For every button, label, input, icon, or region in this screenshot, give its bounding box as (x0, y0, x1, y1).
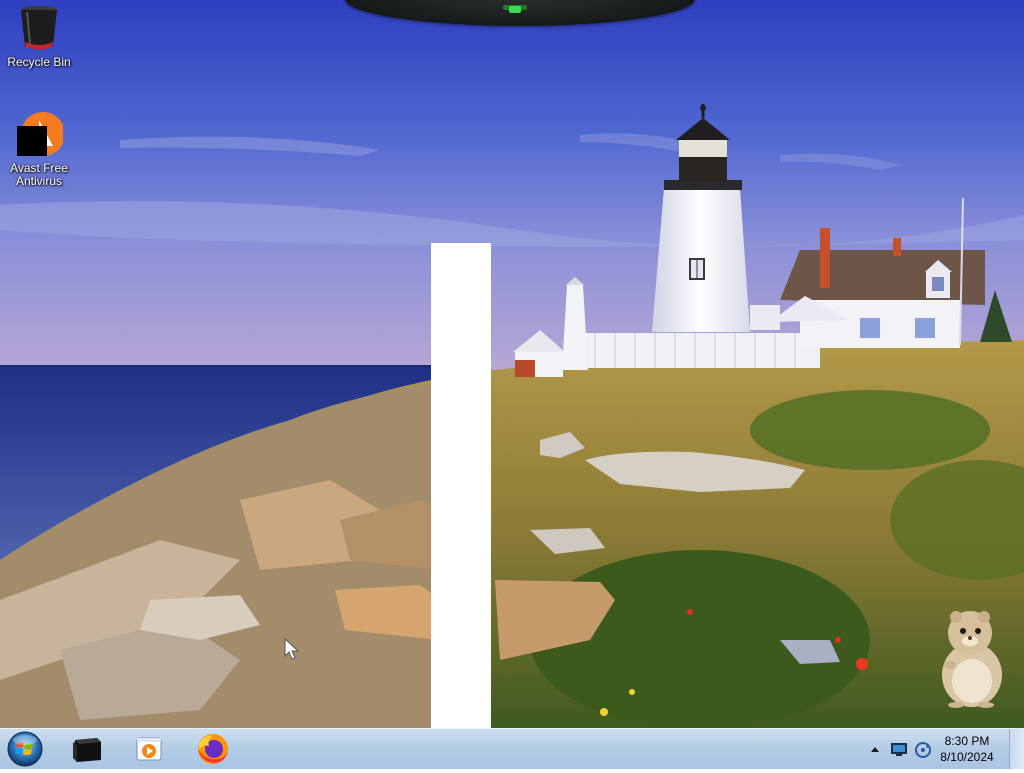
start-button[interactable] (5, 730, 45, 768)
desktop-icon-avast[interactable]: Avast Free Antivirus (0, 110, 78, 188)
tray-clock[interactable]: 8:30 PM 8/10/2024 (932, 733, 1002, 765)
avast-icon (15, 110, 65, 158)
taskbar-media-player-button[interactable] (130, 732, 170, 766)
taskbar-terminal-button[interactable] (68, 732, 108, 766)
media-player-icon (136, 737, 162, 761)
recycle-bin-icon (15, 4, 63, 52)
desktop-icon-recycle-bin[interactable]: Recycle Bin (0, 4, 78, 69)
wallpaper-lighthouse (0, 0, 1024, 728)
terminal-icon (73, 738, 101, 762)
windows-orb-icon (7, 731, 43, 767)
taskbar-firefox-button[interactable] (193, 732, 233, 766)
taskbar: 8:30 PM 8/10/2024 (0, 728, 1024, 769)
mouse-cursor-icon (284, 638, 300, 660)
show-hidden-icons-arrow[interactable] (870, 745, 880, 753)
firefox-icon (198, 734, 228, 764)
status-led-icon (503, 5, 527, 13)
desktop-icon-label: Avast Free Antivirus (10, 161, 68, 188)
sync-icon[interactable] (914, 741, 932, 759)
blank-window-strip (431, 243, 491, 728)
desktop-icon-label: Recycle Bin (7, 55, 71, 69)
clock-date: 8/10/2024 (940, 750, 994, 764)
network-icon[interactable] (890, 741, 908, 757)
clock-time: 8:30 PM (944, 734, 990, 748)
hamster-gadget-icon[interactable] (936, 605, 1008, 709)
show-desktop-button[interactable] (1009, 729, 1024, 769)
desktop[interactable]: Recycle Bin Avast Free Antivirus (0, 0, 1024, 728)
